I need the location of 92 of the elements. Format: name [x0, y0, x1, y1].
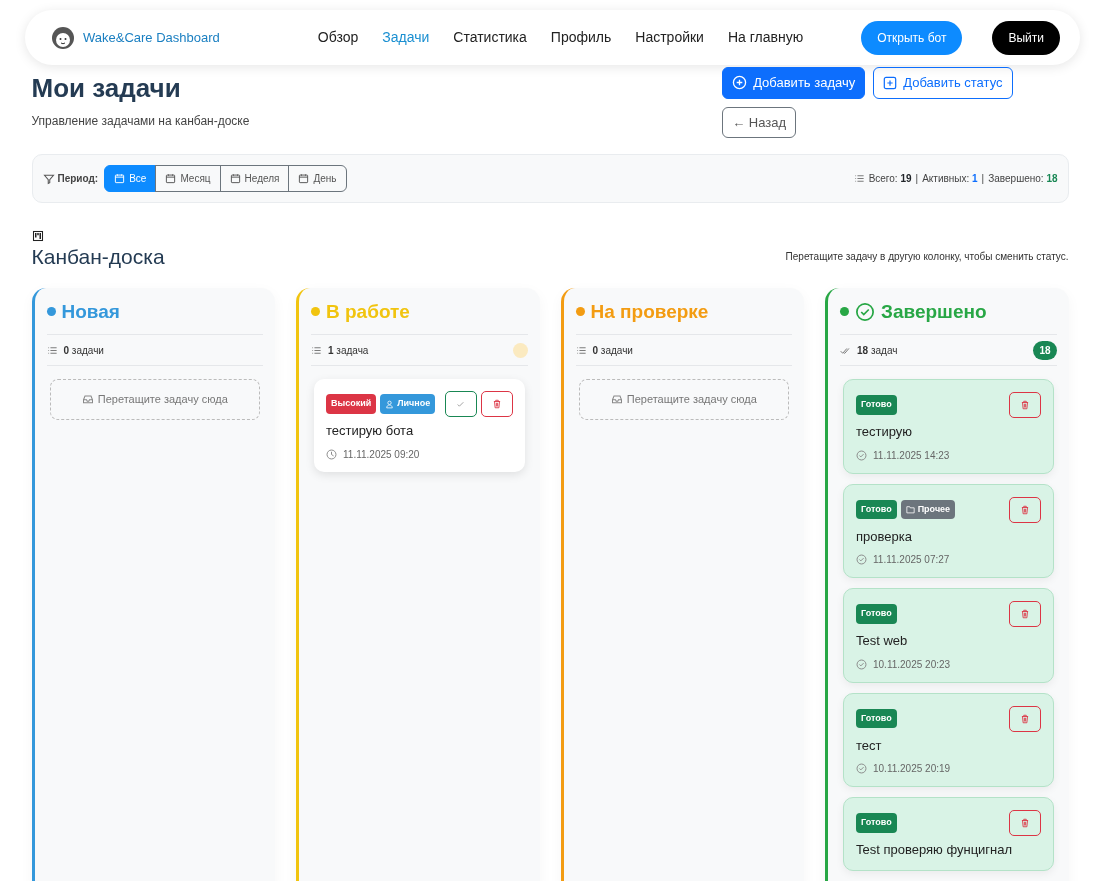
list-icon [575, 344, 587, 356]
filter-label: Период: [57, 172, 99, 186]
board-hint: Перетащите задачу в другую колонку, чтобы сменить статус. [785, 249, 1069, 264]
person-icon [385, 399, 395, 409]
delete-button[interactable] [1008, 392, 1041, 419]
trash-icon [1019, 818, 1030, 829]
back-button[interactable]: ← Назад [722, 106, 797, 138]
check-circle-icon [856, 763, 867, 775]
nav-link[interactable]: Статистика [441, 27, 539, 48]
tag: Готово [856, 708, 897, 729]
task-title: Test web [856, 632, 909, 651]
logo-icon [51, 25, 75, 50]
period-button[interactable]: Неделя [219, 165, 290, 192]
delete-button[interactable] [1008, 601, 1041, 628]
list-icon [853, 173, 865, 184]
nav-link[interactable]: Обзор [305, 27, 371, 48]
add-task-button[interactable]: Добавить задачу [722, 67, 866, 99]
calendar-icon [165, 173, 177, 184]
period-button[interactable]: День [288, 165, 347, 192]
task-count: 1 задача [328, 343, 369, 358]
task-title: тестирую [856, 423, 914, 442]
clock-icon [326, 448, 337, 460]
nav-link[interactable]: Профиль [538, 27, 624, 48]
column-title: Новая [61, 299, 120, 324]
stat-text: Всего: 19 [868, 172, 912, 186]
column-title: Завершено [881, 299, 987, 324]
logout-button[interactable]: Выйти [992, 20, 1060, 55]
task-date: 11.11.2025 07:27 [873, 553, 950, 568]
column-title: В работе [326, 299, 410, 324]
check-circle-icon [856, 449, 867, 461]
count-badge: 18 [1033, 340, 1057, 360]
inbox-icon [610, 393, 623, 406]
task-title: тестирую бота [326, 422, 415, 441]
list-icon [46, 344, 58, 356]
delete-button[interactable] [1008, 705, 1041, 732]
plus-icon [883, 75, 898, 90]
add-status-button[interactable]: Добавить статус [873, 67, 1013, 99]
nav-link[interactable]: На главную [715, 27, 816, 48]
trash-icon [1019, 504, 1030, 515]
drop-zone-text: Перетащите задачу сюда [626, 392, 757, 408]
task-date: 11.11.2025 14:23 [873, 448, 950, 463]
trash-icon [491, 399, 502, 410]
task-date: 10.11.2025 20:19 [873, 762, 951, 777]
task-count: 18 задач [857, 343, 898, 358]
brand-link[interactable]: Wake&Care Dashboard [83, 27, 220, 48]
task-count: 0 задачи [63, 343, 104, 358]
inbox-icon [81, 393, 94, 406]
board-title: Канбан-доска [31, 244, 165, 268]
calendar-icon [114, 173, 126, 184]
task-date: 10.11.2025 20:23 [873, 657, 951, 672]
task-title: тест [856, 736, 883, 755]
loading-dot [512, 342, 528, 358]
delete-button[interactable] [1008, 810, 1041, 837]
delete-button[interactable] [480, 391, 513, 418]
separator: | [981, 172, 985, 186]
trash-icon [1019, 713, 1030, 724]
task-title: Test проверяю фунцигнал [856, 841, 1014, 860]
page-title: Мои задачи [31, 73, 182, 105]
complete-button[interactable] [444, 391, 477, 418]
task-date: 11.11.2025 09:20 [343, 447, 420, 462]
drop-zone-text: Перетащите задачу сюда [97, 392, 228, 408]
nav-link[interactable]: Задачи [370, 27, 442, 48]
tag: Готово [856, 499, 897, 520]
tag: Готово [856, 395, 897, 415]
check-circle-icon [856, 658, 867, 670]
funnel-icon [42, 172, 55, 185]
page-subtitle: Управление задачами на канбан-доске [31, 113, 250, 131]
tag: Личное [380, 394, 436, 414]
trash-icon [1019, 400, 1030, 411]
calendar-icon [298, 173, 310, 184]
check-circle-icon [855, 301, 875, 322]
calendar-icon [229, 173, 241, 184]
task-count: 0 задачи [592, 343, 633, 358]
stat-text: Активных: 1 [922, 172, 978, 186]
board-icon [31, 229, 44, 242]
tag: Готово [856, 813, 897, 833]
tag: Высокий [326, 394, 377, 414]
check-icon [456, 399, 465, 409]
period-button[interactable]: Месяц [155, 165, 221, 192]
column-title: На проверке [590, 299, 709, 324]
separator: | [915, 172, 919, 186]
list-icon [311, 344, 322, 356]
folder-icon [905, 505, 915, 515]
delete-button[interactable] [1008, 496, 1041, 523]
trash-icon [1019, 609, 1030, 620]
plus-icon [732, 75, 748, 91]
tag: Готово [856, 604, 897, 624]
check-circle-icon [856, 554, 867, 566]
stat-text: Завершено: 18 [988, 172, 1058, 186]
nav-link[interactable]: Настройки [623, 27, 716, 48]
task-title: проверка [856, 527, 913, 546]
tag: Прочее [900, 499, 956, 520]
